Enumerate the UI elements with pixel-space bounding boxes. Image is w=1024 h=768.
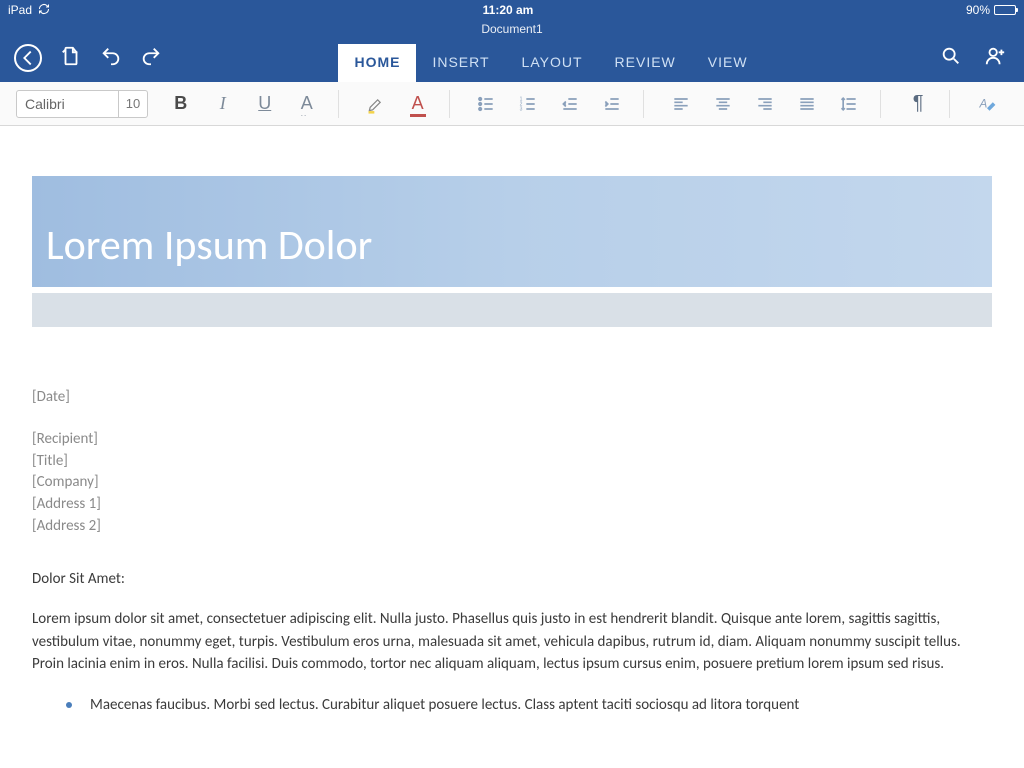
- align-left-button[interactable]: [660, 87, 702, 121]
- svg-text:3: 3: [520, 106, 523, 112]
- clock: 11:20 am: [50, 3, 966, 17]
- bullet-icon: [66, 702, 72, 708]
- redo-button[interactable]: [140, 45, 162, 72]
- ribbon-tabs: HOME INSERT LAYOUT REVIEW VIEW: [172, 44, 930, 82]
- placeholder-recipient[interactable]: [Recipient]: [32, 429, 992, 451]
- bullet-item[interactable]: Maecenas faucibus. Morbi sed lectus. Cur…: [32, 694, 992, 717]
- body-paragraph[interactable]: Lorem ipsum dolor sit amet, consectetuer…: [32, 608, 992, 676]
- separator: [449, 90, 450, 118]
- tab-review[interactable]: REVIEW: [599, 44, 692, 82]
- salutation[interactable]: Dolor Sit Amet:: [32, 568, 992, 591]
- tab-insert[interactable]: INSERT: [416, 44, 505, 82]
- align-justify-button[interactable]: [786, 87, 828, 121]
- bulleted-list-button[interactable]: [465, 87, 507, 121]
- italic-button[interactable]: I: [202, 87, 244, 121]
- document-title: Document1: [0, 20, 1024, 36]
- numbered-list-button[interactable]: 123: [507, 87, 549, 121]
- separator: [949, 90, 950, 118]
- placeholder-title[interactable]: [Title]: [32, 451, 992, 473]
- placeholder-company[interactable]: [Company]: [32, 472, 992, 494]
- sync-icon: [38, 3, 50, 18]
- battery-percent: 90%: [966, 3, 990, 17]
- letterhead-subbar: [32, 293, 992, 327]
- svg-text:A: A: [979, 97, 988, 110]
- font-selector[interactable]: Calibri 10: [16, 90, 148, 118]
- align-center-button[interactable]: [702, 87, 744, 121]
- tab-view[interactable]: VIEW: [692, 44, 764, 82]
- tab-home[interactable]: HOME: [338, 44, 416, 82]
- placeholder-address2[interactable]: [Address 2]: [32, 516, 992, 538]
- letterhead-title[interactable]: Lorem Ipsum Dolor: [46, 220, 992, 271]
- tab-layout[interactable]: LAYOUT: [506, 44, 599, 82]
- separator: [338, 90, 339, 118]
- back-button[interactable]: [14, 44, 42, 72]
- align-right-button[interactable]: [744, 87, 786, 121]
- letterhead-banner[interactable]: Lorem Ipsum Dolor: [32, 176, 992, 287]
- app-title-bar: Document1 HOME INSERT LAYOUT REVIEW VIEW: [0, 20, 1024, 82]
- ribbon-home: Calibri 10 B I U A.. A 123: [0, 82, 1024, 126]
- document-canvas[interactable]: Lorem Ipsum Dolor [Date] [Recipient] [Ti…: [0, 126, 1024, 768]
- font-format-button[interactable]: A..: [286, 87, 328, 121]
- font-size-field[interactable]: 10: [118, 91, 147, 117]
- paragraph-marks-button[interactable]: ¶: [897, 87, 939, 121]
- bullet-text[interactable]: Maecenas faucibus. Morbi sed lectus. Cur…: [90, 694, 799, 717]
- bold-button[interactable]: B: [160, 87, 202, 121]
- status-bar: iPad 11:20 am 90%: [0, 0, 1024, 20]
- file-actions-button[interactable]: [60, 45, 82, 72]
- battery-icon: [994, 5, 1016, 15]
- undo-button[interactable]: [100, 45, 122, 72]
- font-color-button[interactable]: A: [397, 87, 439, 121]
- font-name-field[interactable]: Calibri: [17, 91, 118, 117]
- underline-button[interactable]: U: [244, 87, 286, 121]
- increase-indent-button[interactable]: [591, 87, 633, 121]
- page: Lorem Ipsum Dolor [Date] [Recipient] [Ti…: [32, 176, 992, 716]
- search-button[interactable]: [940, 45, 962, 72]
- styles-button[interactable]: A: [966, 87, 1008, 121]
- placeholder-address1[interactable]: [Address 1]: [32, 494, 992, 516]
- line-spacing-button[interactable]: [828, 87, 870, 121]
- separator: [880, 90, 881, 118]
- decrease-indent-button[interactable]: [549, 87, 591, 121]
- separator: [643, 90, 644, 118]
- device-label: iPad: [8, 3, 32, 17]
- share-button[interactable]: [984, 45, 1006, 72]
- placeholder-date[interactable]: [Date]: [32, 387, 992, 409]
- highlight-button[interactable]: [355, 87, 397, 121]
